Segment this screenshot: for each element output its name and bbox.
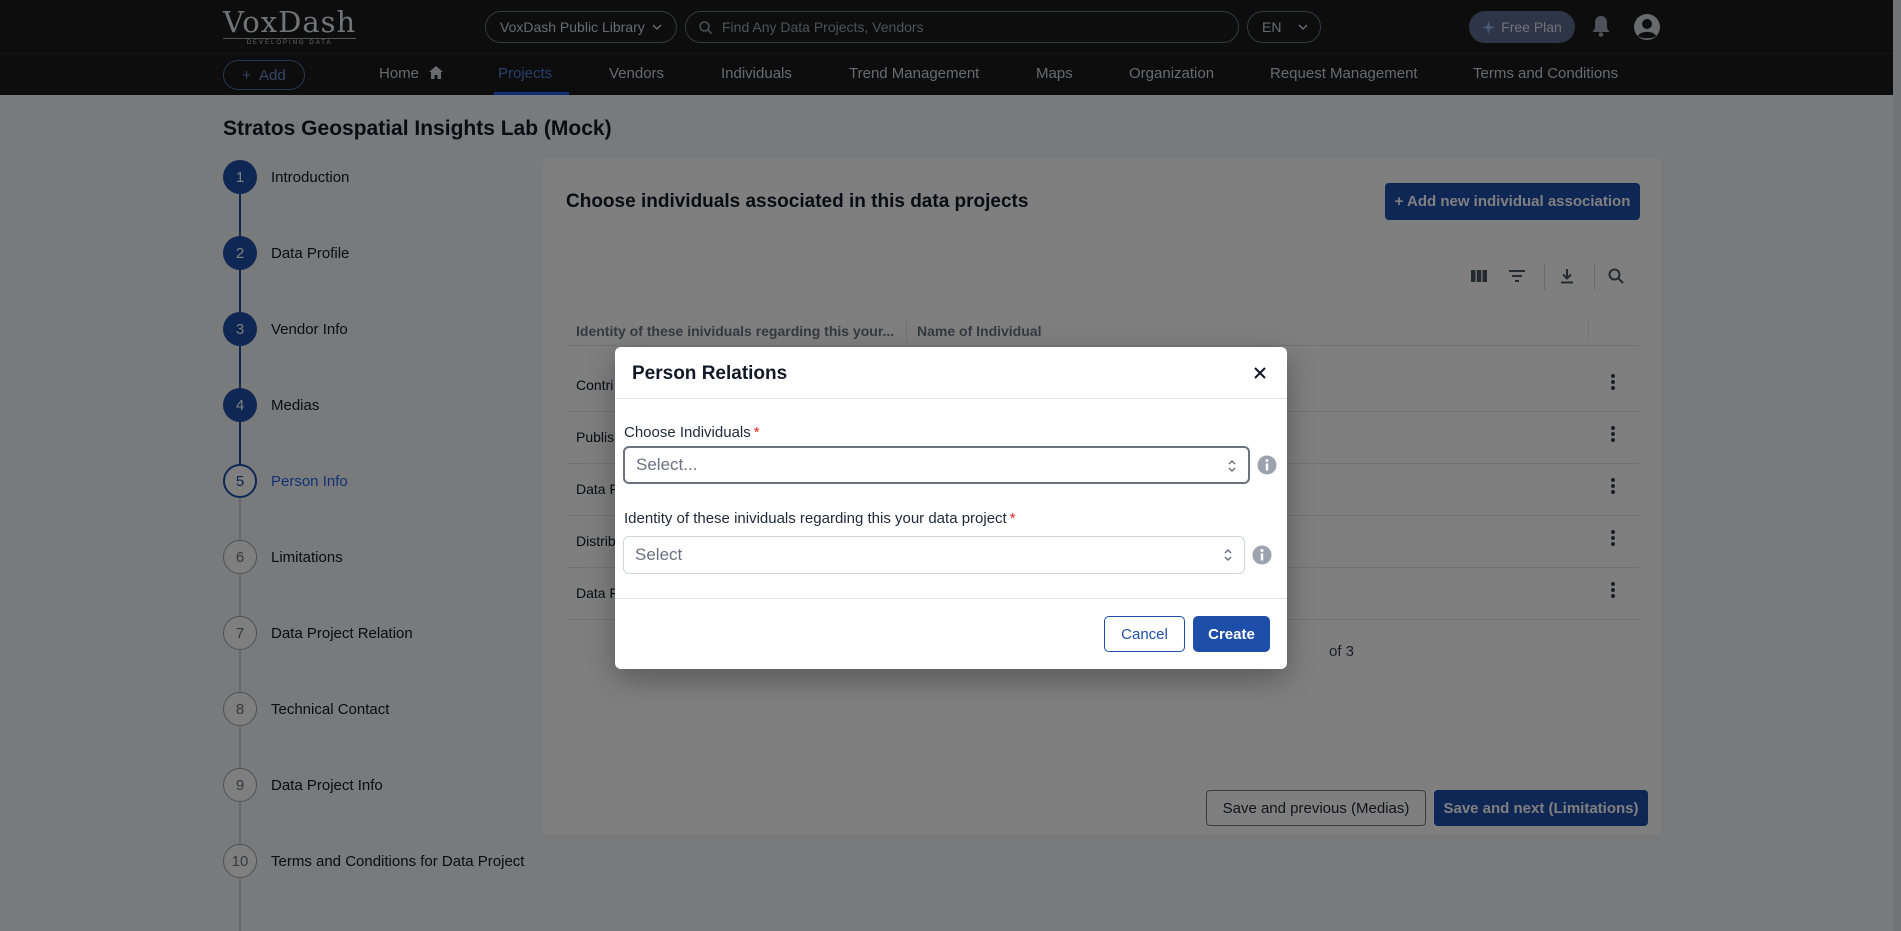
person-relations-dialog: Person Relations Choose Individuals * Sel…	[615, 347, 1287, 669]
info-icon[interactable]	[1252, 545, 1272, 565]
choose-individuals-label: Choose Individuals *	[624, 424, 760, 441]
choose-individuals-placeholder: Select...	[636, 455, 698, 474]
updown-chevron-icon	[1228, 459, 1236, 473]
dialog-header: Person Relations	[615, 347, 1287, 399]
create-button[interactable]: Create	[1193, 616, 1270, 652]
identity-placeholder: Select	[635, 545, 683, 564]
choose-individuals-select[interactable]: Select...	[623, 446, 1250, 484]
dialog-title: Person Relations	[632, 363, 788, 384]
cancel-button[interactable]: Cancel	[1104, 616, 1185, 652]
close-icon[interactable]	[1251, 364, 1269, 382]
identity-label: Identity of these inividuals regarding t…	[624, 510, 1016, 527]
updown-chevron-icon	[1224, 548, 1232, 562]
required-asterisk: *	[1009, 510, 1016, 527]
info-icon[interactable]	[1257, 455, 1277, 475]
required-asterisk: *	[753, 424, 760, 441]
dialog-footer-divider	[615, 598, 1287, 599]
identity-select[interactable]: Select	[623, 536, 1245, 574]
